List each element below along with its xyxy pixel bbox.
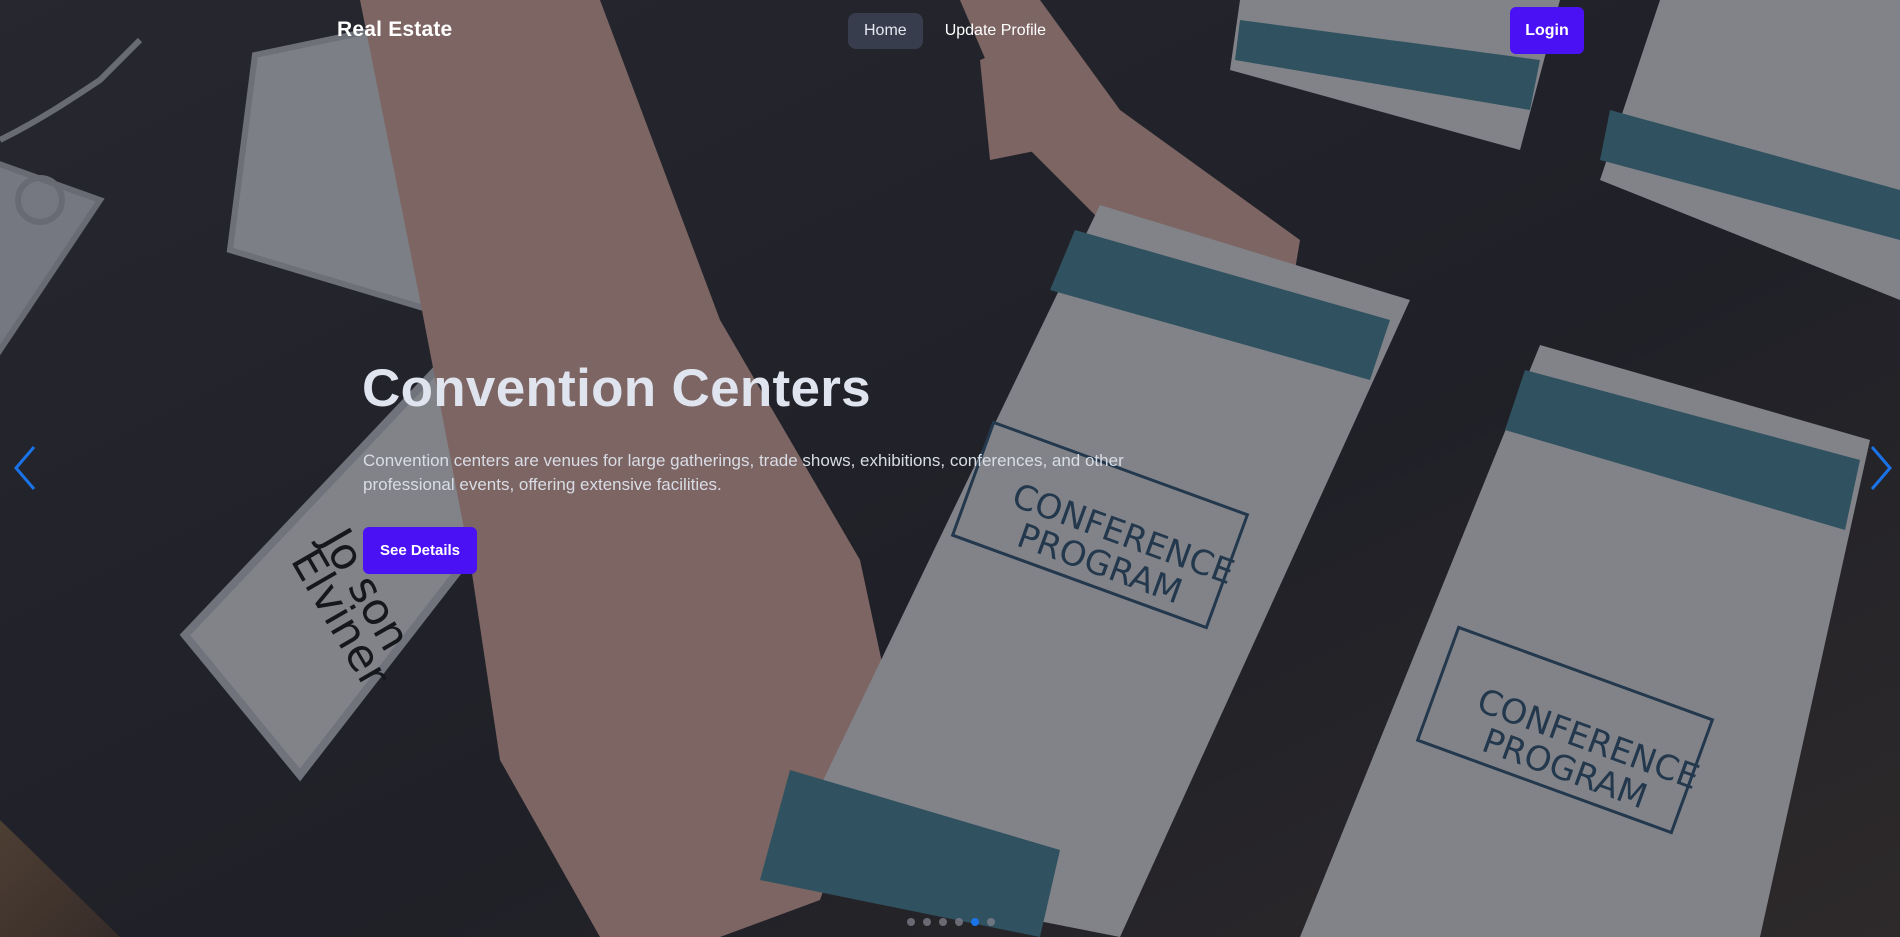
- carousel-indicators: [907, 918, 995, 926]
- chevron-left-icon: [14, 446, 36, 490]
- top-navbar: Real Estate Home Update Profile Login: [0, 0, 1900, 62]
- hero-description: Convention centers are venues for large …: [363, 451, 1124, 494]
- carousel-prev-button[interactable]: [10, 443, 40, 493]
- see-details-button[interactable]: See Details: [363, 527, 477, 574]
- brand-logo-text[interactable]: Real Estate: [337, 18, 452, 42]
- carousel-indicator-dot[interactable]: [939, 918, 947, 926]
- nav-link-home[interactable]: Home: [848, 13, 923, 49]
- carousel-next-button[interactable]: [1866, 443, 1896, 493]
- hero-carousel: Jo son Elviner CONFERENCE PROGRAM CONFER…: [0, 0, 1900, 937]
- carousel-indicator-dot[interactable]: [955, 918, 963, 926]
- hero-title: Convention Centers: [362, 359, 871, 418]
- carousel-indicator-dot[interactable]: [923, 918, 931, 926]
- login-button[interactable]: Login: [1510, 7, 1584, 54]
- carousel-indicator-dot[interactable]: [971, 918, 979, 926]
- chevron-right-icon: [1870, 446, 1892, 490]
- nav-link-update-profile[interactable]: Update Profile: [929, 13, 1062, 49]
- nav-links: Home Update Profile: [848, 13, 1062, 49]
- carousel-indicator-dot[interactable]: [907, 918, 915, 926]
- carousel-indicator-dot[interactable]: [987, 918, 995, 926]
